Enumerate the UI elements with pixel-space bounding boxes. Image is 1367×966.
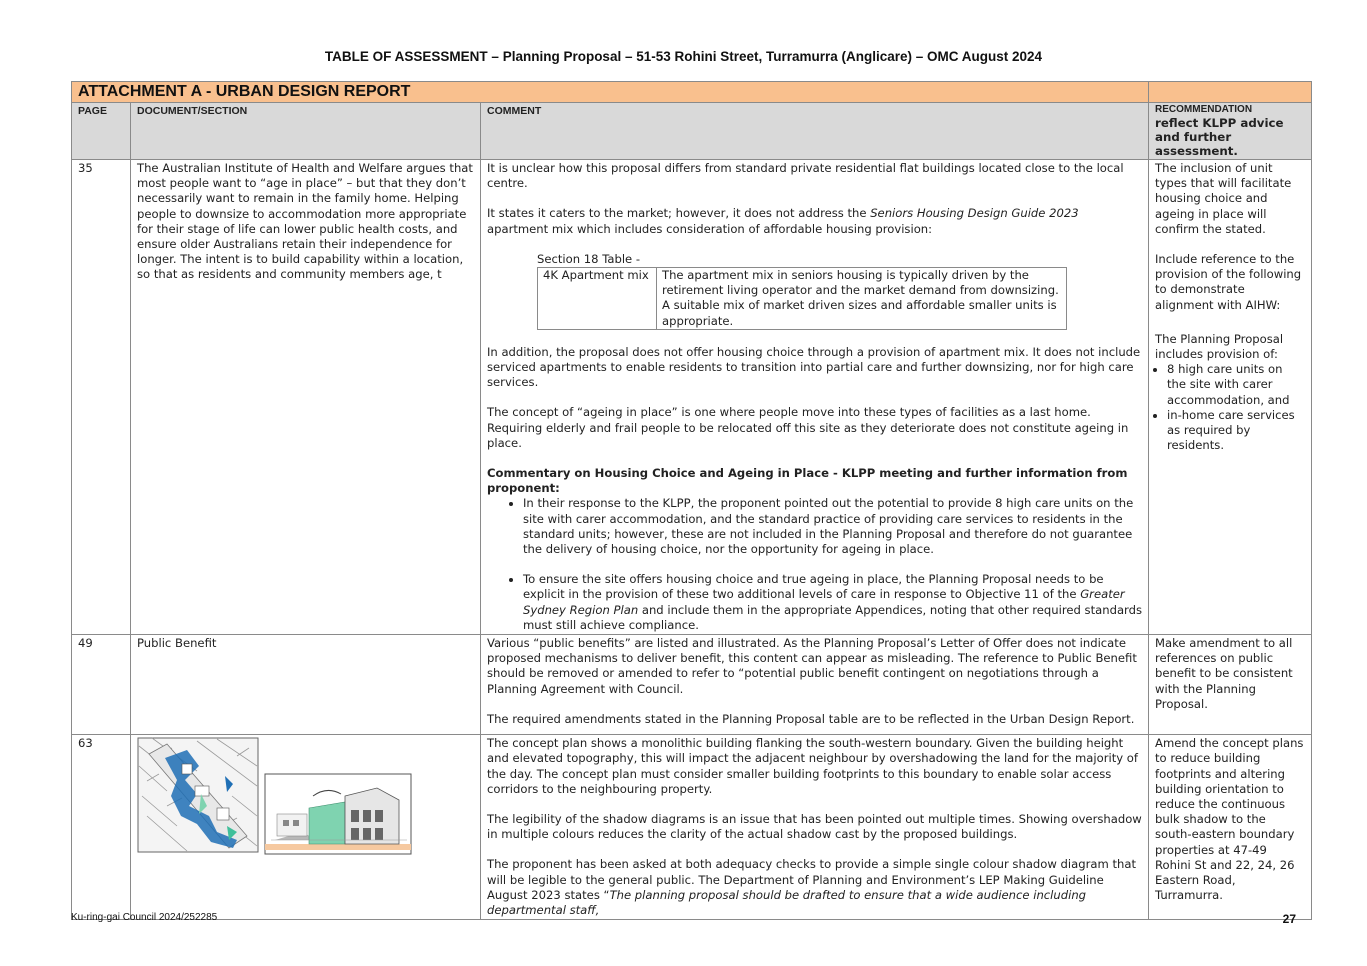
commentary-list: To ensure the site offers housing choice… bbox=[487, 572, 1142, 633]
perspective-image bbox=[264, 773, 412, 855]
header-page: PAGE bbox=[71, 102, 131, 160]
table-row: 63 The concept plan shows a monolithic b… bbox=[71, 734, 1313, 921]
header-row: PAGE DOCUMENT/SECTION COMMENT RECOMMENDA… bbox=[71, 102, 1313, 160]
inset-table-label: 4K Apartment mix bbox=[537, 267, 657, 330]
guide-reference: Seniors Housing Design Guide 2023 bbox=[870, 206, 1079, 221]
comment-cell: It is unclear how this proposal differs … bbox=[479, 158, 1150, 636]
footer-reference: Ku-ring-gai Council 2024/252285 bbox=[71, 912, 218, 923]
comment-paragraph: The concept of “ageing in place” is one … bbox=[487, 405, 1129, 450]
comment-paragraph: The legibility of the shadow diagrams is… bbox=[487, 811, 1142, 842]
comment-paragraph: It states it caters to the market; howev… bbox=[487, 206, 1079, 236]
commentary-heading: Commentary on Housing Choice and Ageing … bbox=[487, 466, 1128, 496]
table-row: 35 The Australian Institute of Health an… bbox=[71, 158, 1313, 636]
comment-cell: The concept plan shows a monolithic buil… bbox=[479, 734, 1150, 921]
recommendation-paragraph: The Planning Proposal includes provision… bbox=[1155, 331, 1284, 362]
comment-paragraph: The proponent has been asked at both ade… bbox=[487, 857, 1136, 917]
table-row: 49 Public Benefit Various “public benefi… bbox=[71, 634, 1313, 736]
document-cell: Public Benefit bbox=[130, 634, 481, 736]
document-title: TABLE OF ASSESSMENT – Planning Proposal … bbox=[324, 49, 1043, 64]
header-recommendation-label: RECOMMENDATION bbox=[1155, 104, 1253, 115]
inset-table: 4K Apartment mix The apartment mix in se… bbox=[537, 267, 1067, 330]
concept-plan-images bbox=[137, 736, 474, 855]
list-item: 8 high care units on the site with carer… bbox=[1167, 362, 1305, 408]
recommendation-cell: Make amendment to all references on publ… bbox=[1148, 634, 1313, 736]
recommendation-cell: The inclusion of unit types that will fa… bbox=[1148, 158, 1313, 636]
recommendation-paragraph: Include reference to the provision of th… bbox=[1155, 252, 1302, 312]
document-cell bbox=[130, 734, 481, 921]
header-document: DOCUMENT/SECTION bbox=[130, 102, 481, 160]
commentary-list: In their response to the KLPP, the propo… bbox=[487, 496, 1142, 557]
recommendation-paragraph: The inclusion of unit types that will fa… bbox=[1155, 161, 1292, 236]
list-item: in-home care services as required by res… bbox=[1167, 408, 1305, 454]
inset-table-text: The apartment mix in seniors housing is … bbox=[656, 267, 1067, 330]
header-recommendation-note: reflect KLPP advice and further assessme… bbox=[1155, 116, 1284, 158]
comment-paragraph: It is unclear how this proposal differs … bbox=[487, 161, 1124, 191]
section-band: ATTACHMENT A - URBAN DESIGN REPORT bbox=[70, 81, 1313, 103]
concept-plan-figure bbox=[137, 737, 412, 855]
header-comment: COMMENT bbox=[479, 102, 1150, 160]
recommendation-list: 8 high care units on the site with carer… bbox=[1155, 362, 1305, 453]
comment-paragraph: The required amendments stated in the Pl… bbox=[487, 711, 1135, 726]
list-item: To ensure the site offers housing choice… bbox=[523, 572, 1142, 633]
document-cell: The Australian Institute of Health and W… bbox=[130, 158, 481, 636]
assessment-table: ATTACHMENT A - URBAN DESIGN REPORT PAGE … bbox=[70, 81, 1313, 921]
page-cell: 35 bbox=[71, 158, 131, 636]
header-recommendation: RECOMMENDATION reflect KLPP advice and f… bbox=[1148, 102, 1313, 160]
page-cell: 49 bbox=[71, 634, 131, 736]
list-item: In their response to the KLPP, the propo… bbox=[523, 496, 1142, 557]
comment-paragraph: Various “public benefits” are listed and… bbox=[487, 636, 1137, 696]
comment-paragraph: The concept plan shows a monolithic buil… bbox=[487, 736, 1138, 796]
page-number: 27 bbox=[1282, 912, 1296, 926]
section-title: ATTACHMENT A - URBAN DESIGN REPORT bbox=[78, 83, 411, 100]
page-cell: 63 bbox=[71, 734, 131, 921]
comment-paragraph: In addition, the proposal does not offer… bbox=[487, 344, 1141, 390]
comment-cell: Various “public benefits” are listed and… bbox=[479, 634, 1150, 736]
site-plan-image bbox=[137, 737, 259, 853]
recommendation-cell: Amend the concept plans to reduce buildi… bbox=[1148, 734, 1313, 921]
inset-table-caption: Section 18 Table - bbox=[537, 251, 641, 266]
